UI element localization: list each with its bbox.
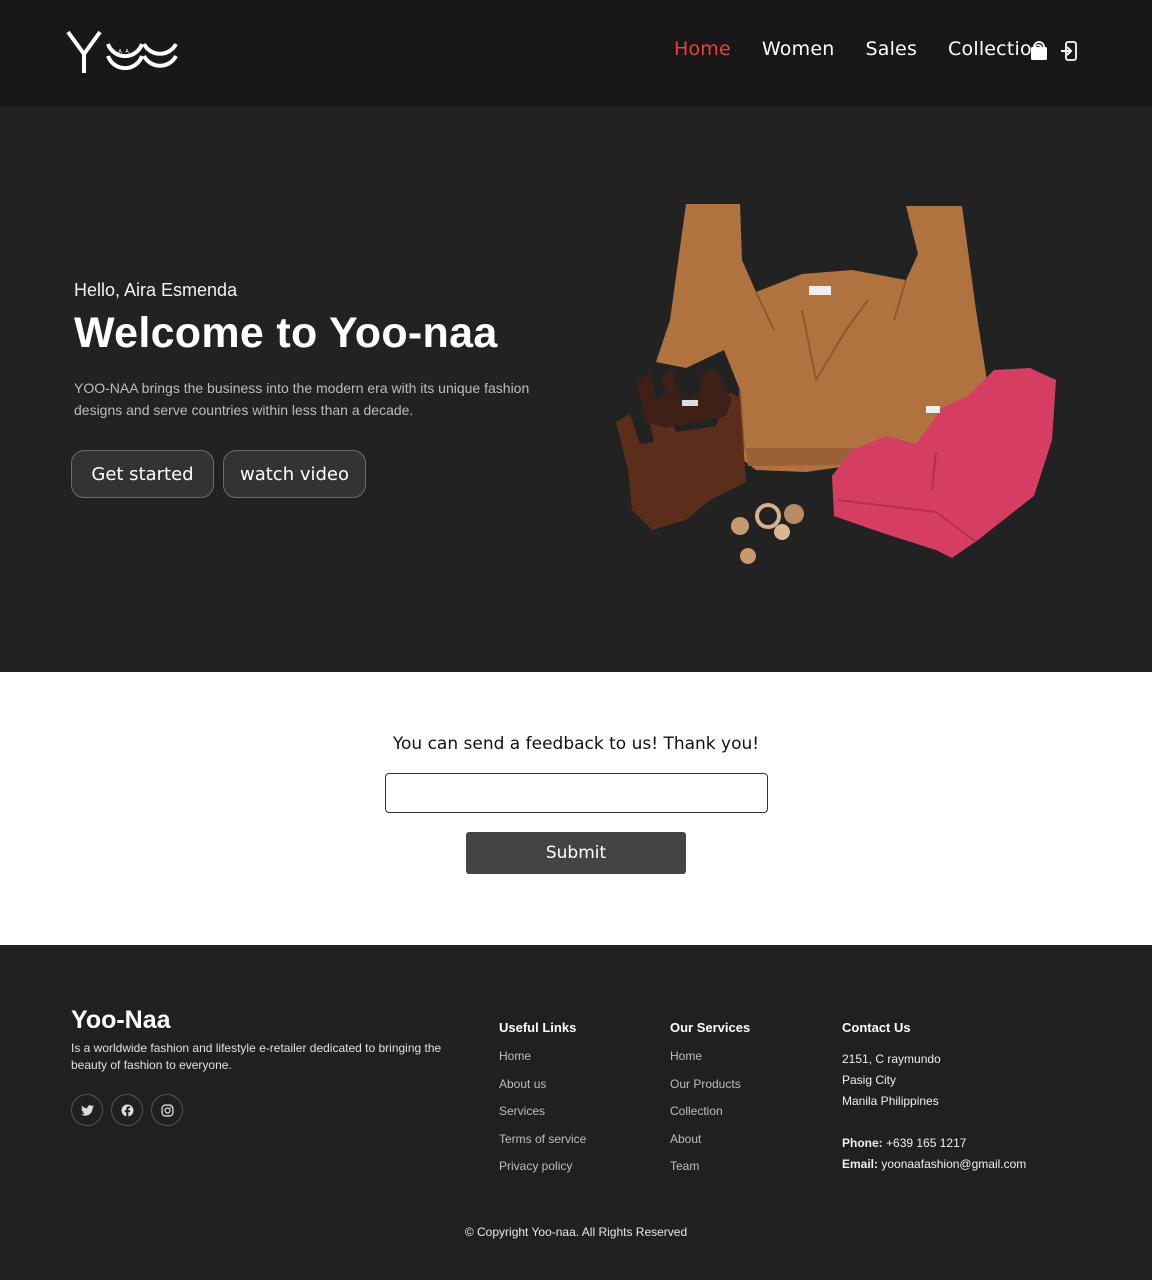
greeting-text: Hello, Aira Esmenda — [74, 280, 238, 300]
header-icons — [1030, 40, 1080, 64]
service-link-team[interactable]: Team — [670, 1159, 750, 1187]
sign-in-icon[interactable] — [1060, 40, 1080, 64]
get-started-button[interactable]: Get started — [71, 450, 214, 498]
phone-label: Phone: — [842, 1136, 883, 1150]
watch-video-button[interactable]: watch video — [223, 450, 366, 498]
useful-links-title: Useful Links — [499, 1020, 577, 1035]
shopping-bag-icon[interactable] — [1030, 40, 1050, 64]
feedback-input[interactable] — [385, 773, 768, 813]
hero-description: YOO-NAA brings the business into the mod… — [74, 380, 530, 418]
hero-title: Welcome to Yoo-naa — [74, 309, 498, 357]
service-link-about[interactable]: About — [670, 1132, 750, 1160]
our-services-column: Our Services Home Our Products Collectio… — [670, 1020, 750, 1187]
nav-sales[interactable]: Sales — [865, 38, 917, 60]
nav-home[interactable]: Home — [674, 38, 731, 60]
site-footer: Yoo-Naa Is a worldwide fashion and lifes… — [0, 945, 1152, 1280]
svg-text:N A A: N A A — [111, 49, 130, 55]
feedback-title: You can send a feedback to us! Thank you… — [392, 734, 760, 754]
nav-women[interactable]: Women — [762, 38, 835, 60]
contact-email: Email: yoonaafashion@gmail.com — [842, 1154, 1026, 1175]
footer-link-home[interactable]: Home — [499, 1049, 586, 1077]
contact-phone: Phone: +639 165 1217 — [842, 1133, 1026, 1154]
useful-links-column: Useful Links Home About us Services Term… — [499, 1020, 586, 1187]
clothing-collection-image — [616, 204, 1056, 564]
hero-section: Hello, Aira Esmenda Welcome to Yoo-naa Y… — [0, 106, 1152, 672]
main-nav: Home Women Sales Collection — [674, 38, 1075, 60]
email-label: Email: — [842, 1157, 879, 1171]
contact-address-line: Pasig City — [842, 1073, 897, 1087]
social-links — [71, 1094, 183, 1126]
facebook-icon[interactable] — [111, 1094, 143, 1126]
contact-title: Contact Us — [842, 1020, 911, 1035]
contact-address-line: Manila Philippines — [842, 1094, 939, 1108]
phone-number: +639 165 1217 — [886, 1136, 967, 1150]
service-link-collection[interactable]: Collection — [670, 1104, 750, 1132]
our-services-title: Our Services — [670, 1020, 751, 1035]
feedback-section: You can send a feedback to us! Thank you… — [0, 672, 1152, 945]
yoonaa-logo[interactable]: N A A — [66, 24, 178, 80]
instagram-icon[interactable] — [151, 1094, 183, 1126]
footer-brand: Yoo-Naa — [71, 1006, 171, 1034]
footer-about: Is a worldwide fashion and lifestyle e-r… — [71, 1041, 442, 1072]
footer-link-about-us[interactable]: About us — [499, 1077, 586, 1105]
service-link-products[interactable]: Our Products — [670, 1077, 750, 1105]
twitter-icon[interactable] — [71, 1094, 103, 1126]
footer-link-services[interactable]: Services — [499, 1104, 586, 1132]
submit-button[interactable]: Submit — [466, 832, 686, 874]
footer-link-terms[interactable]: Terms of service — [499, 1132, 586, 1160]
footer-link-privacy[interactable]: Privacy policy — [499, 1159, 586, 1187]
contact-column: Contact Us 2151, C raymundo Pasig City M… — [842, 1020, 1026, 1175]
site-header: N A A Home Women Sales Collection — [0, 0, 1152, 106]
contact-address-line: 2151, C raymundo — [842, 1052, 941, 1066]
email-address[interactable]: yoonaafashion@gmail.com — [881, 1157, 1026, 1171]
service-link-home[interactable]: Home — [670, 1049, 750, 1077]
copyright-text: © Copyright Yoo-naa. All Rights Reserved — [464, 1225, 688, 1239]
